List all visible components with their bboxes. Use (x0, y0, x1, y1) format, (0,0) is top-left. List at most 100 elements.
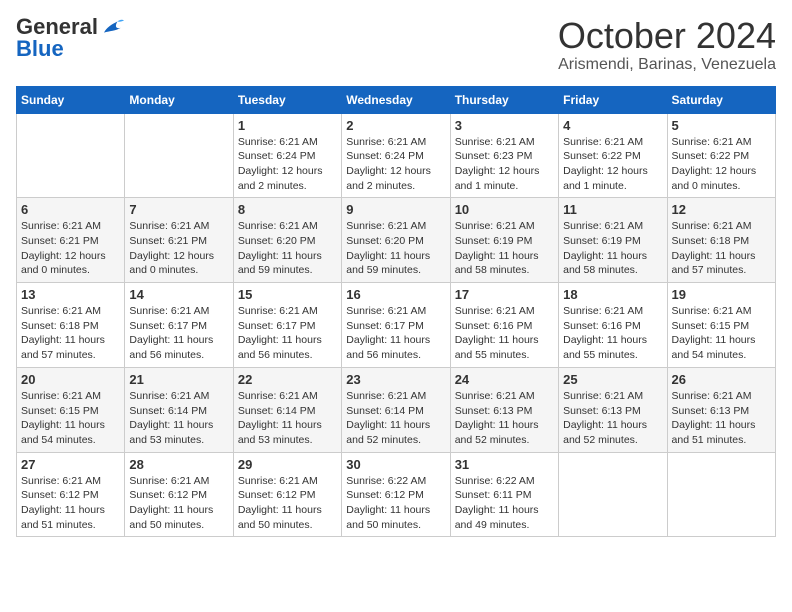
day-number: 23 (346, 372, 445, 387)
calendar-week-row: 13Sunrise: 6:21 AM Sunset: 6:18 PM Dayli… (17, 283, 776, 368)
day-info: Sunrise: 6:21 AM Sunset: 6:23 PM Dayligh… (455, 135, 554, 194)
calendar-cell (17, 113, 125, 198)
day-info: Sunrise: 6:21 AM Sunset: 6:13 PM Dayligh… (672, 389, 771, 448)
day-number: 25 (563, 372, 662, 387)
day-number: 13 (21, 287, 120, 302)
calendar-week-row: 27 Sunrise: 6:21 AM Sunset: 6:12 PM Dayli… (17, 452, 776, 537)
month-title: October 2024 (558, 16, 776, 56)
calendar-cell: 14 Sunrise: 6:21 AM Sunset: 6:17 PM Dayli… (125, 283, 233, 368)
day-info: Sunrise: 6:21 AM Sunset: 6:24 PM Dayligh… (346, 135, 445, 194)
day-info: Sunrise: 6:21 AM Sunset: 6:21 PM Dayligh… (129, 219, 228, 278)
day-info: Sunrise: 6:21 AM Sunset: 6:12 PM Dayligh… (129, 474, 228, 533)
day-number: 9 (346, 202, 445, 217)
day-number: 26 (672, 372, 771, 387)
calendar-week-row: 6 Sunrise: 6:21 AM Sunset: 6:21 PM Daylig… (17, 198, 776, 283)
calendar-cell (667, 452, 775, 537)
day-header-wednesday: Wednesday (342, 86, 450, 113)
day-number: 21 (129, 372, 228, 387)
day-info: Sunrise: 6:21 AM Sunset: 6:22 PM Dayligh… (563, 135, 662, 194)
day-number: 30 (346, 457, 445, 472)
day-number: 15 (238, 287, 337, 302)
calendar-cell: 23Sunrise: 6:21 AM Sunset: 6:14 PM Dayli… (342, 367, 450, 452)
calendar-cell (559, 452, 667, 537)
calendar-cell: 12 Sunrise: 6:21 AM Sunset: 6:18 PM Dayli… (667, 198, 775, 283)
calendar-cell: 25 Sunrise: 6:21 AM Sunset: 6:13 PM Dayli… (559, 367, 667, 452)
calendar-cell: 18 Sunrise: 6:21 AM Sunset: 6:16 PM Dayli… (559, 283, 667, 368)
calendar-week-row: 1 Sunrise: 6:21 AM Sunset: 6:24 PM Daylig… (17, 113, 776, 198)
calendar-cell: 13Sunrise: 6:21 AM Sunset: 6:18 PM Dayli… (17, 283, 125, 368)
day-header-monday: Monday (125, 86, 233, 113)
day-info: Sunrise: 6:22 AM Sunset: 6:11 PM Dayligh… (455, 474, 554, 533)
day-info: Sunrise: 6:21 AM Sunset: 6:19 PM Dayligh… (563, 219, 662, 278)
calendar-cell: 24Sunrise: 6:21 AM Sunset: 6:13 PM Dayli… (450, 367, 558, 452)
day-number: 22 (238, 372, 337, 387)
day-number: 6 (21, 202, 120, 217)
day-number: 20 (21, 372, 120, 387)
day-header-sunday: Sunday (17, 86, 125, 113)
day-info: Sunrise: 6:21 AM Sunset: 6:15 PM Dayligh… (672, 304, 771, 363)
calendar-cell: 8 Sunrise: 6:21 AM Sunset: 6:20 PM Daylig… (233, 198, 341, 283)
day-info: Sunrise: 6:21 AM Sunset: 6:21 PM Dayligh… (21, 219, 120, 278)
day-number: 11 (563, 202, 662, 217)
calendar-cell: 28 Sunrise: 6:21 AM Sunset: 6:12 PM Dayli… (125, 452, 233, 537)
calendar-cell: 6 Sunrise: 6:21 AM Sunset: 6:21 PM Daylig… (17, 198, 125, 283)
calendar-cell: 5 Sunrise: 6:21 AM Sunset: 6:22 PM Daylig… (667, 113, 775, 198)
logo: General Blue (16, 16, 124, 60)
day-number: 18 (563, 287, 662, 302)
day-number: 17 (455, 287, 554, 302)
calendar-cell: 11 Sunrise: 6:21 AM Sunset: 6:19 PM Dayli… (559, 198, 667, 283)
logo-general-text: General (16, 16, 98, 38)
day-header-friday: Friday (559, 86, 667, 113)
calendar-cell: 15Sunrise: 6:21 AM Sunset: 6:17 PM Dayli… (233, 283, 341, 368)
day-info: Sunrise: 6:21 AM Sunset: 6:12 PM Dayligh… (238, 474, 337, 533)
calendar-cell: 19 Sunrise: 6:21 AM Sunset: 6:15 PM Dayli… (667, 283, 775, 368)
day-info: Sunrise: 6:21 AM Sunset: 6:13 PM Dayligh… (455, 389, 554, 448)
calendar-cell: 22 Sunrise: 6:21 AM Sunset: 6:14 PM Dayli… (233, 367, 341, 452)
calendar-cell: 7 Sunrise: 6:21 AM Sunset: 6:21 PM Daylig… (125, 198, 233, 283)
calendar-cell: 3Sunrise: 6:21 AM Sunset: 6:23 PM Daylig… (450, 113, 558, 198)
day-info: Sunrise: 6:21 AM Sunset: 6:14 PM Dayligh… (238, 389, 337, 448)
day-number: 1 (238, 118, 337, 133)
day-number: 2 (346, 118, 445, 133)
calendar-week-row: 20Sunrise: 6:21 AM Sunset: 6:15 PM Dayli… (17, 367, 776, 452)
day-info: Sunrise: 6:21 AM Sunset: 6:17 PM Dayligh… (346, 304, 445, 363)
calendar-cell: 10 Sunrise: 6:21 AM Sunset: 6:19 PM Dayli… (450, 198, 558, 283)
day-info: Sunrise: 6:21 AM Sunset: 6:24 PM Dayligh… (238, 135, 337, 194)
calendar-body: 1 Sunrise: 6:21 AM Sunset: 6:24 PM Daylig… (17, 113, 776, 537)
logo-bird-icon (100, 18, 124, 36)
day-header-thursday: Thursday (450, 86, 558, 113)
day-number: 14 (129, 287, 228, 302)
day-header-tuesday: Tuesday (233, 86, 341, 113)
day-number: 12 (672, 202, 771, 217)
day-info: Sunrise: 6:21 AM Sunset: 6:16 PM Dayligh… (563, 304, 662, 363)
day-number: 4 (563, 118, 662, 133)
calendar-cell: 27 Sunrise: 6:21 AM Sunset: 6:12 PM Dayli… (17, 452, 125, 537)
day-number: 8 (238, 202, 337, 217)
calendar-cell (125, 113, 233, 198)
title-block: October 2024 Arismendi, Barinas, Venezue… (558, 16, 776, 74)
day-info: Sunrise: 6:21 AM Sunset: 6:14 PM Dayligh… (129, 389, 228, 448)
day-info: Sunrise: 6:21 AM Sunset: 6:20 PM Dayligh… (238, 219, 337, 278)
calendar-cell: 29Sunrise: 6:21 AM Sunset: 6:12 PM Dayli… (233, 452, 341, 537)
calendar-header-row: SundayMondayTuesdayWednesdayThursdayFrid… (17, 86, 776, 113)
day-info: Sunrise: 6:21 AM Sunset: 6:12 PM Dayligh… (21, 474, 120, 533)
calendar-cell: 26 Sunrise: 6:21 AM Sunset: 6:13 PM Dayli… (667, 367, 775, 452)
day-number: 19 (672, 287, 771, 302)
day-number: 10 (455, 202, 554, 217)
day-info: Sunrise: 6:21 AM Sunset: 6:22 PM Dayligh… (672, 135, 771, 194)
day-number: 27 (21, 457, 120, 472)
day-number: 16 (346, 287, 445, 302)
day-number: 7 (129, 202, 228, 217)
day-number: 28 (129, 457, 228, 472)
calendar-cell: 31Sunrise: 6:22 AM Sunset: 6:11 PM Dayli… (450, 452, 558, 537)
day-number: 5 (672, 118, 771, 133)
location-title: Arismendi, Barinas, Venezuela (558, 56, 776, 74)
day-info: Sunrise: 6:21 AM Sunset: 6:19 PM Dayligh… (455, 219, 554, 278)
calendar-table: SundayMondayTuesdayWednesdayThursdayFrid… (16, 86, 776, 538)
calendar-cell: 16 Sunrise: 6:21 AM Sunset: 6:17 PM Dayli… (342, 283, 450, 368)
calendar-cell: 20Sunrise: 6:21 AM Sunset: 6:15 PM Dayli… (17, 367, 125, 452)
day-info: Sunrise: 6:21 AM Sunset: 6:13 PM Dayligh… (563, 389, 662, 448)
day-info: Sunrise: 6:21 AM Sunset: 6:17 PM Dayligh… (129, 304, 228, 363)
day-info: Sunrise: 6:21 AM Sunset: 6:18 PM Dayligh… (672, 219, 771, 278)
logo-blue-text: Blue (16, 38, 64, 60)
